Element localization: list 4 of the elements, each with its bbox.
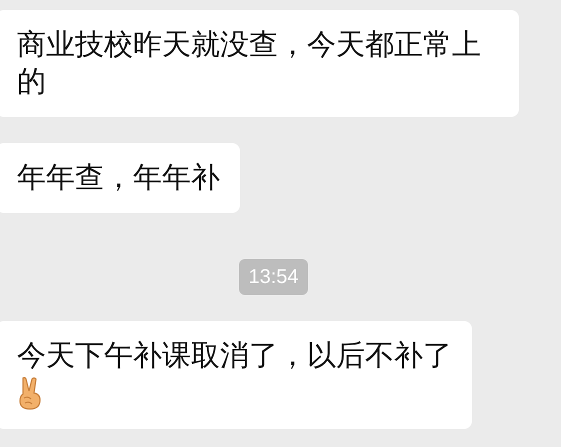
timestamp: 13:54 [239, 259, 308, 295]
message-text: 年年查，年年补 [17, 159, 220, 196]
message-text: 今天下午补课取消了，以后不补了 [17, 337, 452, 374]
message-text: 商业技校昨天就没查，今天都正常上的 [17, 26, 482, 100]
